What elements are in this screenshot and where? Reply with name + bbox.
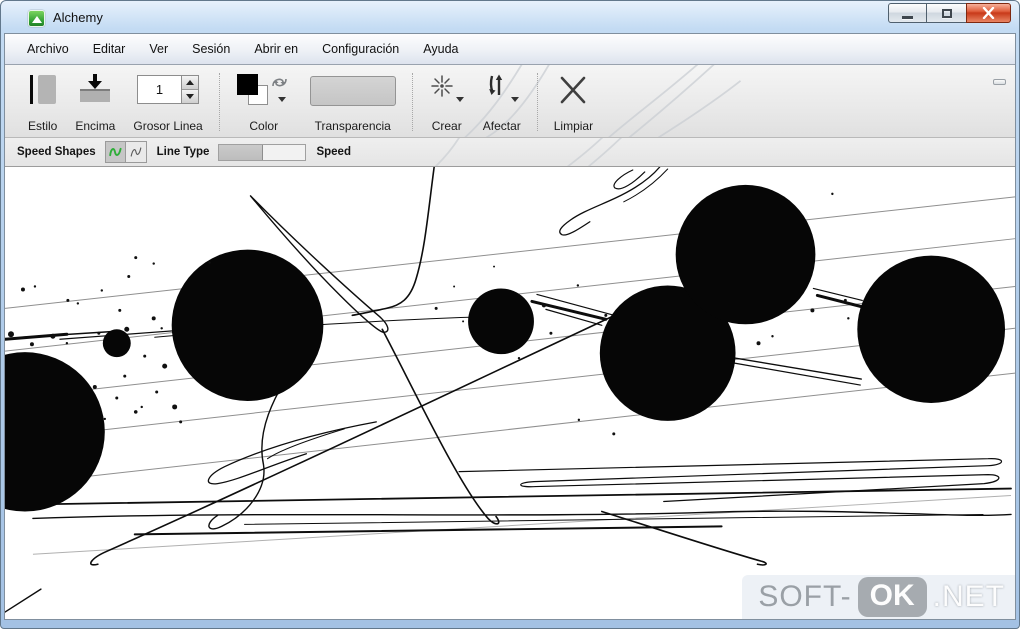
- line-weight-control: 1 Grosor Linea: [124, 71, 211, 137]
- menu-ver[interactable]: Ver: [137, 37, 180, 61]
- speed-slider-thumb[interactable]: [219, 144, 264, 160]
- spin-down-icon: [186, 94, 195, 99]
- color-button[interactable]: Color: [227, 71, 301, 137]
- line-type-toggle: [104, 141, 147, 163]
- color-label: Color: [249, 119, 279, 133]
- window-title: Alchemy: [53, 10, 103, 25]
- watermark: SOFT- OK .NET: [742, 575, 1015, 619]
- menu-abrir-en[interactable]: Abrir en: [242, 37, 310, 61]
- maximize-icon: [941, 8, 952, 18]
- gray-curve-icon: [130, 147, 141, 157]
- menu-ayuda[interactable]: Ayuda: [411, 37, 470, 61]
- up-down-arrows-icon: [488, 74, 502, 95]
- line-type-label: Line Type: [156, 146, 210, 158]
- style-label: Estilo: [28, 119, 58, 133]
- drawing-canvas[interactable]: SOFT- OK .NET: [5, 167, 1015, 619]
- module-toolbar: Speed Shapes Line Type Speed: [5, 138, 1015, 167]
- starburst-icon: [430, 75, 453, 97]
- on-top-label: Encima: [75, 119, 116, 133]
- line-weight-spinner: [182, 75, 200, 104]
- minimize-button[interactable]: [888, 3, 927, 23]
- client-area: Archivo Editar Ver Sesión Abrir en Confi…: [4, 33, 1016, 620]
- watermark-suffix: .NET: [932, 580, 1005, 613]
- line-type-straight-button[interactable]: [125, 142, 146, 162]
- style-icon: [29, 75, 56, 107]
- create-dropdown-icon: [455, 97, 464, 102]
- spin-down-button[interactable]: [182, 89, 199, 103]
- module-name-label: Speed Shapes: [17, 146, 96, 158]
- green-curve-icon: [109, 147, 122, 157]
- swap-colors-icon: [271, 78, 287, 87]
- affect-button[interactable]: Afectar: [474, 71, 530, 137]
- minimize-icon: [902, 15, 913, 19]
- clear-button[interactable]: Limpiar: [545, 71, 602, 137]
- style-button[interactable]: Estilo: [19, 71, 66, 137]
- canvas-artwork: [5, 167, 1015, 613]
- spin-up-button[interactable]: [182, 76, 199, 89]
- color-swatch-icon: [236, 73, 292, 109]
- color-dropdown-icon: [277, 97, 286, 102]
- speed-label: Speed: [316, 146, 351, 158]
- affect-label: Afectar: [482, 119, 521, 133]
- affect-dropdown-icon: [510, 97, 519, 102]
- toolbar-separator: [536, 73, 538, 131]
- on-top-button[interactable]: Encima: [66, 71, 124, 137]
- menu-configuracion[interactable]: Configuración: [310, 37, 411, 61]
- line-type-curve-button[interactable]: [105, 142, 126, 162]
- maximize-button[interactable]: [927, 3, 966, 23]
- app-logo-icon: [28, 10, 45, 27]
- close-icon: [982, 7, 995, 19]
- app-window: Alchemy Archivo Editar Ver Sesión Abrir …: [0, 0, 1020, 629]
- menu-editar[interactable]: Editar: [81, 37, 138, 61]
- watermark-prefix: SOFT-: [758, 580, 852, 613]
- title-bar[interactable]: Alchemy: [1, 1, 1019, 33]
- watermark-badge: OK: [857, 577, 927, 617]
- arrow-down-onto-bar-icon: [78, 73, 112, 107]
- transparency-control[interactable]: Transparencia: [301, 71, 405, 137]
- transparency-label: Transparencia: [314, 119, 391, 133]
- spin-up-icon: [186, 80, 195, 85]
- line-weight-value[interactable]: 1: [137, 75, 183, 104]
- close-button[interactable]: [966, 3, 1011, 23]
- clear-x-icon: [561, 76, 586, 104]
- main-toolbar: Estilo Encima 1 Grosor Linea Color Trans…: [5, 65, 1015, 138]
- toolbar-handle[interactable]: [993, 79, 1006, 85]
- transparency-slider-icon: [309, 76, 396, 106]
- create-button[interactable]: Crear: [420, 71, 474, 137]
- line-weight-label: Grosor Linea: [133, 119, 203, 133]
- create-label: Crear: [431, 119, 462, 133]
- menu-archivo[interactable]: Archivo: [15, 37, 81, 61]
- speed-slider[interactable]: [218, 143, 307, 161]
- window-controls: [888, 3, 1011, 23]
- toolbar-separator: [218, 73, 220, 131]
- toolbar-separator: [411, 73, 413, 131]
- clear-label: Limpiar: [553, 119, 594, 133]
- menu-bar: Archivo Editar Ver Sesión Abrir en Confi…: [5, 34, 1015, 65]
- menu-sesion[interactable]: Sesión: [180, 37, 242, 61]
